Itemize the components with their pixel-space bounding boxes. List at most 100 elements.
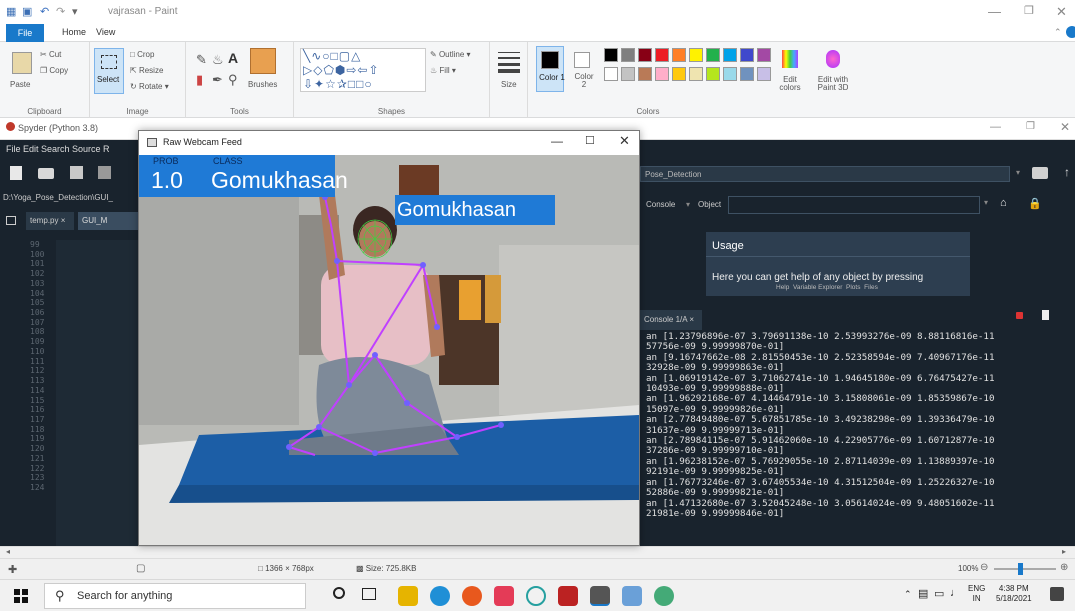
zoom-slider[interactable] (994, 563, 1056, 575)
paste-button[interactable]: Paste (10, 80, 30, 89)
undo-icon[interactable]: ↶ (40, 5, 49, 18)
size-button[interactable]: Size (501, 80, 517, 89)
resize-button[interactable]: ⇱ Resize (130, 66, 163, 75)
palette-swatch[interactable] (672, 48, 686, 62)
palette-swatch[interactable] (638, 67, 652, 81)
office-icon[interactable] (494, 586, 514, 606)
palette-swatch[interactable] (689, 67, 703, 81)
rotate-button[interactable]: ↻ Rotate ▾ (130, 82, 169, 91)
spyder-close-button[interactable]: ✕ (1060, 120, 1070, 134)
brushes-button[interactable]: Brushes (248, 80, 277, 89)
palette-swatch[interactable] (706, 48, 720, 62)
tab-help[interactable]: Help (776, 284, 789, 291)
pencil-icon[interactable]: ✎ (196, 52, 207, 68)
text-icon[interactable]: A (228, 50, 238, 66)
code-editor[interactable]: 99 100 101 102 103 104 105 106 107 108 109 110 111 11… (0, 240, 140, 546)
fill-icon[interactable]: ♨ (212, 52, 224, 68)
eraser-icon[interactable]: ▮ (196, 72, 203, 88)
select-button[interactable]: Select (94, 48, 124, 94)
help-object-dropdown-icon[interactable]: ▾ (984, 198, 988, 207)
tab-view[interactable]: View (96, 27, 115, 37)
palette-swatch[interactable] (672, 67, 686, 81)
spyder-taskbar-icon[interactable] (558, 586, 578, 606)
palette-swatch[interactable] (757, 67, 771, 81)
volume-icon[interactable]: ♩ (950, 587, 961, 599)
language-indicator[interactable]: ENG IN (968, 584, 985, 604)
paint3d-icon[interactable] (826, 50, 840, 68)
palette-swatch[interactable] (621, 67, 635, 81)
zoom-in-icon[interactable]: ⊕ (1060, 562, 1068, 573)
webcam-close-button[interactable]: ✕ (619, 133, 630, 149)
palette-swatch[interactable] (604, 48, 618, 62)
help-icon[interactable] (1066, 26, 1075, 38)
save-file-icon[interactable] (70, 166, 83, 179)
editor-tab-temp[interactable]: temp.py × (26, 212, 74, 230)
close-tab-icon[interactable]: × (61, 216, 66, 225)
horizontal-scrollbar[interactable]: ◂ ▸ (0, 546, 1075, 558)
spyder-maximize-button[interactable]: ❐ (1026, 121, 1035, 132)
webcam-taskbar-icon[interactable] (590, 586, 610, 606)
palette-swatch[interactable] (706, 67, 720, 81)
ipython-console[interactable]: an [1.23796896e-07 3.79691138e-10 2.5399… (640, 330, 1075, 546)
battery-icon[interactable]: ▭ (934, 587, 944, 600)
palette-swatch[interactable] (723, 48, 737, 62)
cut-button[interactable]: ✂ Cut (40, 50, 61, 59)
palette-swatch[interactable] (689, 48, 703, 62)
help-source-console[interactable]: Console (646, 200, 675, 209)
webcam-window[interactable]: Raw Webcam Feed — ☐ ✕ PROB CLASS 1.0 Gom… (138, 130, 640, 546)
scroll-left-icon[interactable]: ◂ (6, 547, 10, 556)
firefox-icon[interactable] (462, 586, 482, 606)
help-source-dropdown-icon[interactable]: ▾ (686, 200, 690, 209)
tab-variable-explorer[interactable]: Variable Explorer (793, 284, 842, 291)
palette-swatch[interactable] (740, 67, 754, 81)
file-explorer-icon[interactable] (398, 586, 418, 606)
editor-code-area[interactable] (56, 240, 140, 546)
webcam-maximize-button[interactable]: ☐ (585, 134, 595, 147)
spyder-menu-items[interactable]: File Edit Search Source R (6, 144, 110, 154)
palette-swatch[interactable] (655, 48, 669, 62)
paint-close-button[interactable]: ✕ (1056, 4, 1067, 20)
notification-center-icon[interactable] (1050, 587, 1064, 601)
magnifier-icon[interactable]: ⚲ (228, 72, 238, 88)
network-icon[interactable]: ▤ (918, 587, 928, 600)
edge-icon[interactable] (430, 586, 450, 606)
open-folder-icon[interactable] (38, 168, 54, 179)
help-object-input[interactable] (728, 196, 980, 214)
tab-home[interactable]: Home (62, 27, 86, 37)
paint-taskbar-icon[interactable] (622, 586, 642, 606)
spyder-minimize-button[interactable]: — (990, 121, 1001, 133)
edit-colors-icon[interactable] (782, 50, 798, 68)
path-dropdown-icon[interactable]: ▾ (1016, 168, 1020, 177)
show-hidden-icons[interactable]: ⌃ (904, 589, 912, 600)
tab-plots[interactable]: Plots (846, 284, 860, 291)
stop-kernel-icon[interactable] (1016, 312, 1023, 319)
save-icon[interactable]: ▣ (22, 5, 32, 18)
task-view-icon[interactable] (362, 588, 376, 600)
palette-swatch[interactable] (740, 48, 754, 62)
collapse-ribbon-icon[interactable]: ⌃ (1054, 27, 1062, 38)
editor-tab-gui[interactable]: GUI_M (78, 212, 140, 230)
zoom-slider-thumb[interactable] (1018, 563, 1023, 575)
fill-button[interactable]: ♨ Fill ▾ (430, 66, 456, 75)
palette-swatch[interactable] (757, 48, 771, 62)
shapes-gallery[interactable]: ╲∿○□▢△ ▷◇⬠⬢⇨⇦⇧ ⇩✦☆✰□□○ (300, 48, 426, 92)
console-tab[interactable]: Console 1/A × (640, 310, 702, 330)
size-lines-icon[interactable] (498, 52, 520, 73)
color-picker-icon[interactable]: ✒ (212, 72, 223, 88)
paint-maximize-button[interactable]: ❐ (1024, 4, 1034, 17)
start-button[interactable] (14, 589, 28, 603)
anaconda-icon[interactable] (526, 586, 546, 606)
paint3d-taskbar-icon[interactable] (654, 586, 674, 606)
palette-swatch[interactable] (604, 67, 618, 81)
taskbar-search[interactable]: ⚲ Search for anything (44, 583, 306, 609)
paste-icon[interactable] (12, 52, 32, 74)
crop-button[interactable]: □ Crop (130, 50, 154, 59)
edit-colors-button[interactable]: Edit colors (776, 76, 804, 92)
browse-tabs-icon[interactable] (6, 216, 16, 225)
parent-dir-icon[interactable]: ↑ (1064, 165, 1070, 179)
save-all-icon[interactable] (98, 166, 111, 179)
help-lock-icon[interactable]: 🔒 (1028, 197, 1042, 210)
help-home-icon[interactable]: ⌂ (1000, 197, 1007, 209)
browse-folder-icon[interactable] (1032, 167, 1048, 179)
palette-swatch[interactable] (638, 48, 652, 62)
